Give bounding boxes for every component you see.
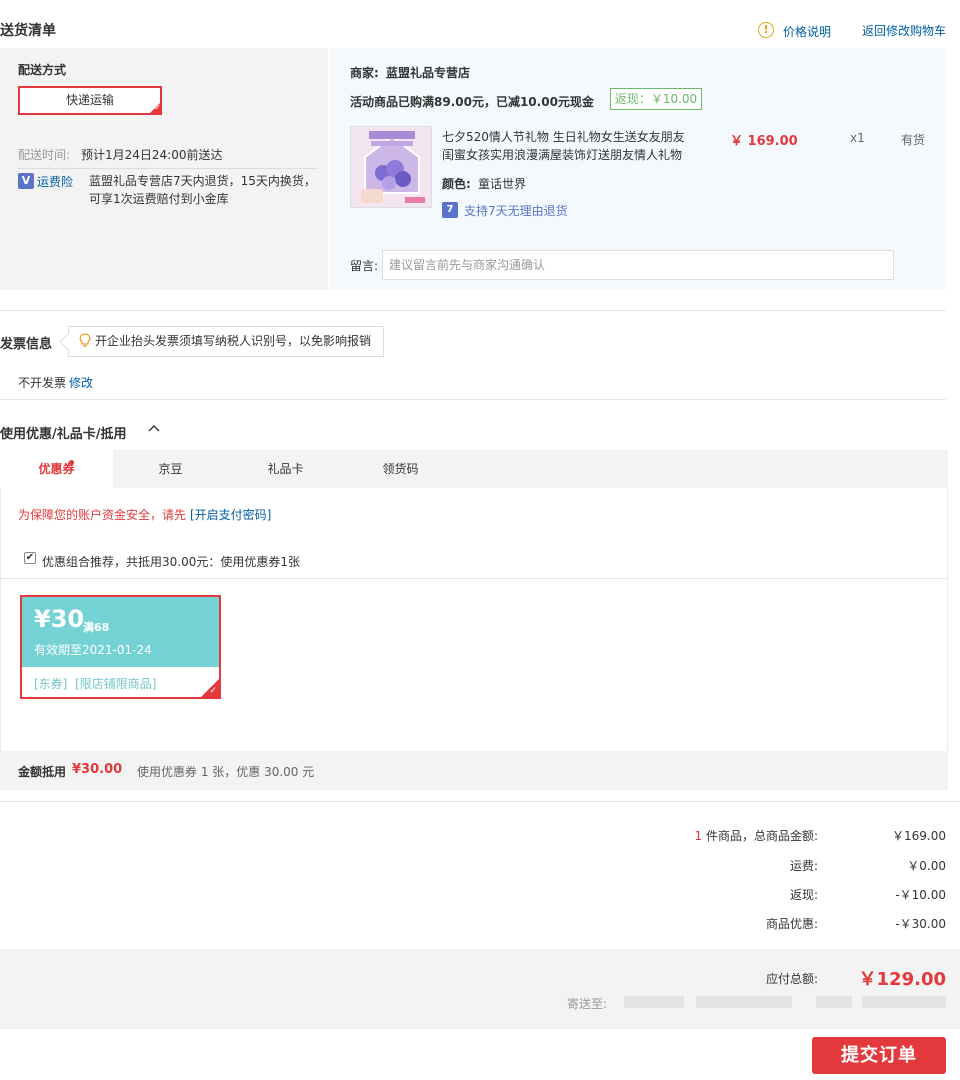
delivery-time-label: 配送时间: bbox=[18, 148, 71, 162]
tab-coupons[interactable]: 优惠券 bbox=[0, 450, 113, 488]
shipping-method-value: 快递运输 bbox=[65, 93, 114, 107]
shipping-method-label: 配送方式 bbox=[18, 63, 67, 77]
coupon-tags: [东券] [限店铺限商品] bbox=[34, 675, 156, 692]
submit-order-button[interactable]: 提交订单 bbox=[812, 1037, 946, 1074]
divider bbox=[0, 399, 946, 400]
cashback-label: 返现: bbox=[789, 888, 818, 902]
redacted-address bbox=[862, 996, 946, 1008]
shipping-fee-label: 运费: bbox=[789, 859, 818, 873]
selected-check-icon: ✓ bbox=[148, 101, 162, 115]
shipping-fee-value: ￥0.00 bbox=[907, 859, 946, 873]
enable-pay-password-link[interactable]: [开启支付密码] bbox=[190, 506, 271, 523]
delivery-time-value: 预计1月24日24:00前送达 bbox=[81, 148, 223, 162]
tip-arrow bbox=[59, 333, 77, 351]
summary-text: 使用优惠券 1 张，优惠 30.00 元 bbox=[137, 765, 315, 779]
invoice-tip-text: 开企业抬头发票须填写纳税人识别号，以免影响报销 bbox=[95, 334, 372, 348]
back-to-cart-link[interactable]: 返回修改购物车 bbox=[862, 22, 946, 39]
divider bbox=[0, 801, 960, 802]
summary-label: 金额抵用 bbox=[18, 765, 67, 779]
message-label: 留言: bbox=[350, 259, 379, 273]
item-count: 1 bbox=[694, 829, 703, 843]
items-total-label: 1 件商品，总商品金额: bbox=[694, 827, 818, 844]
tab-redeem-code[interactable]: 领货码 bbox=[343, 450, 458, 488]
coupon-tag-1: [东券] bbox=[34, 677, 68, 691]
insurance-icon: V bbox=[18, 173, 34, 189]
invoice-status: 不开发票 bbox=[18, 376, 67, 390]
product-thumbnail-icon bbox=[351, 127, 431, 207]
invoice-edit-link[interactable]: 修改 bbox=[69, 374, 93, 391]
invoice-tip: 开企业抬头发票须填写纳税人识别号，以免影响报销 bbox=[59, 326, 385, 357]
coupon-amount: ¥30 bbox=[34, 605, 85, 633]
payable-label: 应付总额: bbox=[765, 972, 818, 986]
coupon-card[interactable]: ¥30 满68 有效期至2021-01-24 [东券] [限店铺限商品] ✓ bbox=[20, 595, 221, 699]
product-title-line2[interactable]: 闺蜜女孩实用浪漫满屋装饰灯送朋友情人礼物 bbox=[442, 146, 682, 164]
cashback-badge: 返现：￥10.00 bbox=[610, 88, 702, 110]
product-stock: 有货 bbox=[901, 133, 926, 147]
lightbulb-icon bbox=[79, 329, 91, 347]
redacted-address bbox=[816, 996, 852, 1008]
price-info-link[interactable]: 价格说明 bbox=[783, 23, 831, 40]
product-image[interactable] bbox=[350, 126, 432, 208]
product-quantity: x1 bbox=[850, 131, 865, 145]
merchant-label: 商家: bbox=[350, 66, 379, 80]
check-mark-icon: ✓ bbox=[209, 686, 217, 696]
promo-text: 活动商品已购满89.00元，已减10.00元现金 bbox=[350, 95, 594, 109]
product-title-line1[interactable]: 七夕520情人节礼物 生日礼物女生送女友朋友 bbox=[442, 128, 685, 146]
payable-value: ￥129.00 bbox=[858, 969, 946, 990]
divider bbox=[0, 310, 946, 311]
divider bbox=[18, 168, 318, 169]
coupon-summary: 金额抵用 ¥30.00 使用优惠券 1 张，优惠 30.00 元 bbox=[0, 751, 948, 790]
return-policy-icon: 7 bbox=[442, 202, 458, 218]
combo-checkbox[interactable]: ✔ bbox=[24, 552, 36, 564]
new-dot-icon bbox=[69, 460, 74, 465]
tab-gift-card[interactable]: 礼品卡 bbox=[228, 450, 343, 488]
tab-jingdou[interactable]: 京豆 bbox=[113, 450, 228, 488]
redacted-address bbox=[624, 996, 684, 1008]
ship-to-label: 寄送至: bbox=[567, 997, 608, 1011]
info-icon[interactable]: ! bbox=[758, 22, 774, 38]
divider bbox=[0, 578, 948, 579]
message-input[interactable]: 建议留言前先与商家沟通确认 bbox=[382, 250, 894, 280]
shipping-panel bbox=[0, 48, 328, 290]
product-color-value: 童话世界 bbox=[478, 177, 527, 191]
product-discount-value: -￥30.00 bbox=[895, 917, 946, 931]
shipping-insurance-link[interactable]: 运费险 bbox=[37, 173, 73, 190]
insurance-text-1: 蓝盟礼品专营店7天内退货，15天内换货， bbox=[89, 174, 316, 188]
shipping-method-option[interactable]: 快递运输 ✓ bbox=[18, 86, 162, 115]
product-color-label: 颜色: bbox=[442, 177, 471, 191]
combo-text: 优惠组合推荐，共抵用30.00元：使用优惠券1张 bbox=[42, 555, 300, 569]
product-price: ￥ 169.00 bbox=[730, 134, 798, 149]
product-discount-label: 商品优惠: bbox=[765, 917, 818, 931]
items-total-value: ￥169.00 bbox=[892, 829, 946, 843]
summary-amount: ¥30.00 bbox=[72, 762, 123, 777]
cashback-value: -￥10.00 bbox=[895, 888, 946, 902]
items-label-text: 件商品，总商品金额: bbox=[705, 829, 818, 843]
coupon-top: ¥30 满68 有效期至2021-01-24 bbox=[22, 597, 219, 667]
return-policy-text: 支持7天无理由退货 bbox=[464, 204, 568, 218]
insurance-text-2: 可享1次运费赔付到小金库 bbox=[89, 192, 229, 206]
security-notice: 为保障您的账户资金安全，请先 bbox=[18, 508, 187, 522]
chevron-up-icon[interactable] bbox=[147, 421, 161, 438]
invoice-title: 发票信息 bbox=[0, 337, 53, 352]
coupon-validity: 有效期至2021-01-24 bbox=[34, 643, 152, 657]
merchant-name[interactable]: 蓝盟礼品专营店 bbox=[386, 64, 470, 81]
section-title-delivery: 送货清单 bbox=[0, 23, 56, 39]
redacted-address bbox=[696, 996, 792, 1008]
payment-band bbox=[0, 949, 960, 1029]
discounts-title: 使用优惠/礼品卡/抵用 bbox=[0, 427, 127, 442]
coupon-condition: 满68 bbox=[83, 621, 110, 634]
coupon-tag-2: [限店铺限商品] bbox=[75, 677, 157, 691]
